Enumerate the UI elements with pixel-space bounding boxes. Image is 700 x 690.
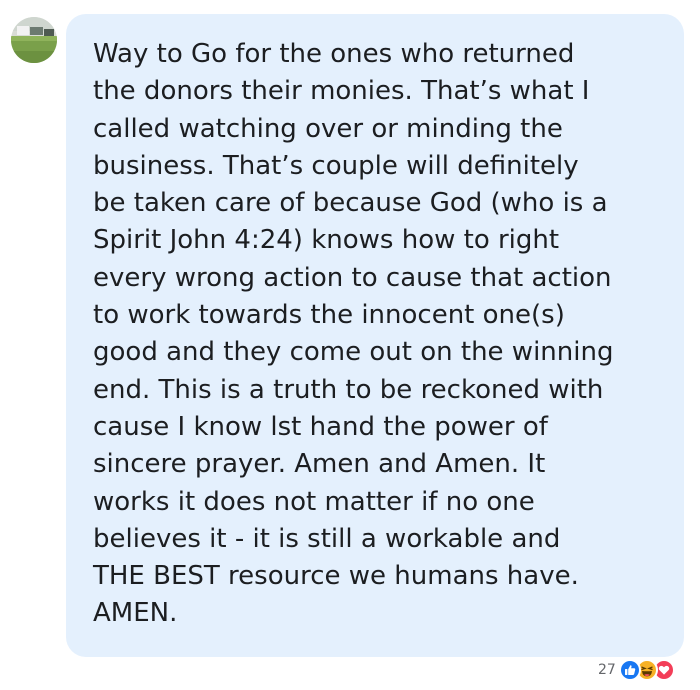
comment-bubble: Way to Go for the ones who returned the … [66,14,684,657]
avatar[interactable] [11,17,57,63]
profile-photo-image [11,17,57,63]
reactions-summary[interactable]: 27 [598,659,675,681]
like-icon [618,659,641,681]
reaction-count: 27 [598,662,616,678]
comment-text: Way to Go for the ones who returned the … [93,39,614,629]
